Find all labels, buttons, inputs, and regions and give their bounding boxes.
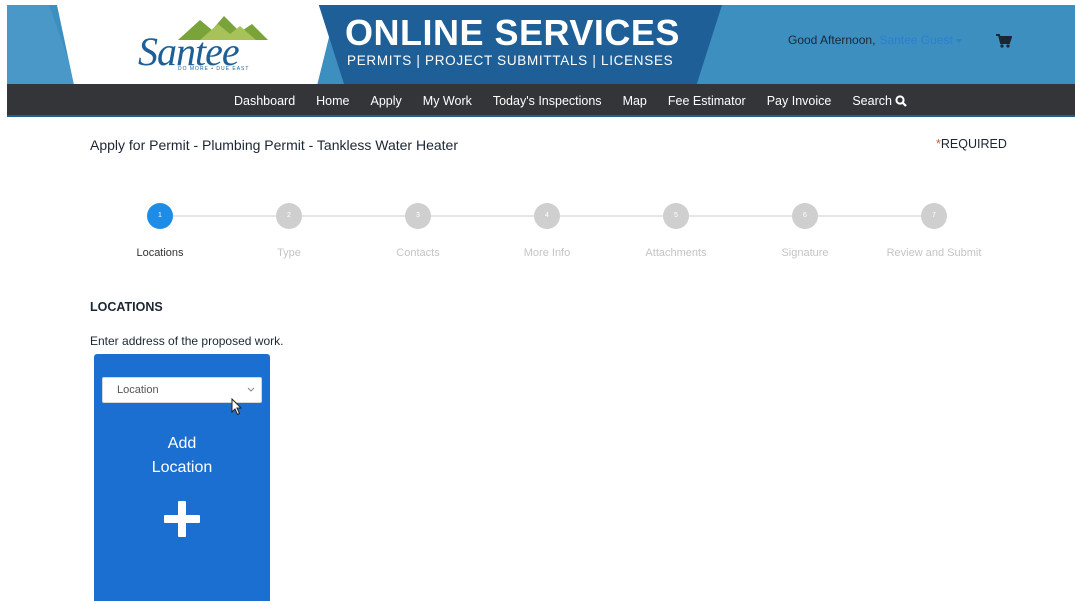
main-nav: Dashboard Home Apply My Work Today's Ins…	[7, 84, 1075, 117]
nav-pay-invoice[interactable]: Pay Invoice	[767, 94, 832, 108]
add-location-line2: Location	[151, 459, 213, 476]
site-title: ONLINE SERVICES	[345, 12, 680, 53]
greeting-text: Good Afternoon,	[788, 33, 876, 47]
plus-icon-vertical	[178, 501, 186, 537]
add-location-card[interactable]: Location Add Location	[94, 354, 270, 601]
step-label: Attachments	[645, 247, 707, 259]
required-label: REQUIRED	[940, 137, 1007, 151]
santee-logo[interactable]: Santee DO MORE • DUE EAST	[138, 14, 268, 74]
step-label: Signature	[781, 247, 829, 259]
step-label: Contacts	[396, 247, 440, 259]
step-number: 2	[276, 203, 302, 229]
step-review-and-submit[interactable]: 7 Review and Submit	[864, 203, 1004, 259]
nav-map[interactable]: Map	[623, 94, 647, 108]
nav-fee-estimator[interactable]: Fee Estimator	[668, 94, 746, 108]
step-label: Locations	[136, 247, 184, 259]
section-instruction: Enter address of the proposed work.	[90, 334, 284, 348]
step-locations[interactable]: 1 Locations	[90, 203, 230, 259]
nav-items: Dashboard Home Apply My Work Today's Ins…	[234, 84, 928, 117]
step-number: 1	[147, 203, 173, 229]
user-greeting: Good Afternoon, Santee Guest	[788, 33, 962, 47]
step-number: 6	[792, 203, 818, 229]
step-contacts[interactable]: 3 Contacts	[348, 203, 488, 259]
nav-search-label: Search	[852, 93, 892, 108]
step-label: More Info	[523, 247, 571, 259]
mouse-cursor-icon	[231, 398, 243, 416]
logo-tagline: DO MORE • DUE EAST	[178, 66, 250, 72]
step-type[interactable]: 2 Type	[219, 203, 359, 259]
nav-dashboard[interactable]: Dashboard	[234, 94, 295, 108]
step-number: 5	[663, 203, 689, 229]
add-location-line1: Add	[167, 435, 197, 452]
step-attachments[interactable]: 5 Attachments	[606, 203, 746, 259]
page-title: Apply for Permit - Plumbing Permit - Tan…	[90, 137, 459, 153]
site-subtitle: PERMITS | PROJECT SUBMITTALS | LICENSES	[347, 53, 674, 68]
caret-down-icon[interactable]	[955, 38, 962, 43]
nav-my-work[interactable]: My Work	[423, 94, 472, 108]
step-more-info[interactable]: 4 More Info	[477, 203, 617, 259]
step-number: 7	[921, 203, 947, 229]
chevron-down-icon	[247, 387, 255, 392]
user-menu[interactable]: Santee Guest	[879, 33, 952, 47]
step-label: Type	[277, 247, 301, 259]
nav-apply[interactable]: Apply	[371, 94, 402, 108]
add-location-label: Add Location	[94, 432, 270, 480]
location-select-value: Location	[117, 384, 159, 396]
wizard-stepper: 1 Locations 2 Type 3 Contacts 4 More Inf…	[90, 200, 1010, 270]
nav-home[interactable]: Home	[316, 94, 349, 108]
section-heading: LOCATIONS	[90, 300, 163, 314]
step-number: 4	[534, 203, 560, 229]
step-signature[interactable]: 6 Signature	[735, 203, 875, 259]
required-note: *REQUIRED	[936, 137, 1007, 151]
shopping-cart-icon[interactable]	[996, 34, 1012, 48]
plus-icon[interactable]	[164, 501, 200, 537]
step-label: Review and Submit	[886, 247, 982, 259]
nav-search[interactable]: Search	[852, 94, 907, 108]
search-icon	[895, 94, 907, 107]
step-number: 3	[405, 203, 431, 229]
nav-todays-inspections[interactable]: Today's Inspections	[493, 94, 602, 108]
